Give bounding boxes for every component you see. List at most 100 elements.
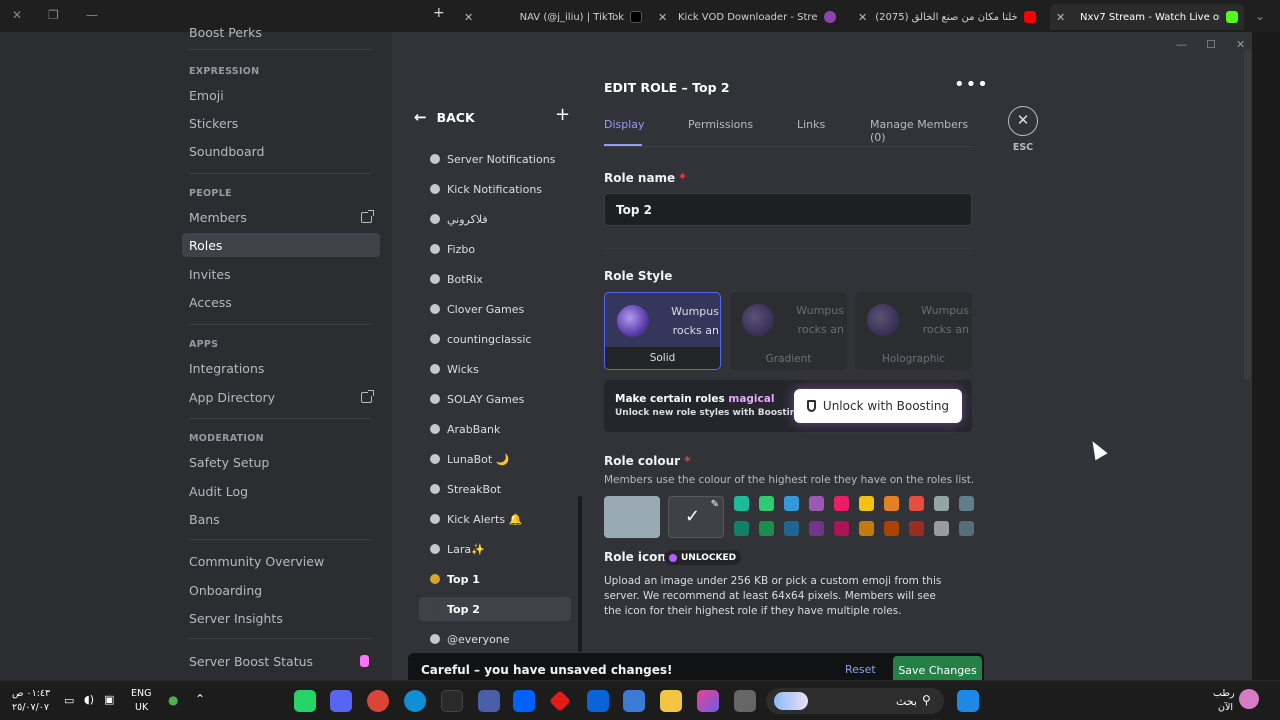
colour-swatch[interactable] [834,521,849,536]
role-item[interactable]: Clover Games [419,297,571,321]
tab-kick-vod[interactable]: ✕ Kick VOD Downloader - Stream [652,4,842,30]
sidebar-item-audit-log[interactable]: Audit Log [182,479,380,503]
colour-swatch[interactable] [809,496,824,511]
role-name-input[interactable]: Top 2 [604,193,972,226]
discord-icon[interactable] [330,690,352,712]
colour-swatch[interactable] [859,496,874,511]
microphone-icon[interactable]: ● [168,693,178,707]
role-item[interactable]: Lara✨ [419,537,571,561]
sidebar-item-members[interactable]: Members [182,205,380,229]
custom-colour-swatch[interactable]: ✓ ✎ [668,496,724,538]
main-scrollbar[interactable] [1244,50,1251,380]
close-icon[interactable]: ✕ [1236,38,1245,51]
close-icon[interactable]: ✕ [1008,106,1038,136]
colour-swatch[interactable] [734,496,749,511]
clock-date[interactable]: ٢٥/٠٧/٠٧ [12,702,49,713]
sidebar-item-app-directory[interactable]: App Directory [182,385,380,409]
colour-swatch[interactable] [759,521,774,536]
roles-scrollbar[interactable] [578,496,582,652]
role-item[interactable]: Wicks [419,357,571,381]
colour-swatch[interactable] [784,496,799,511]
battery-icon[interactable]: ▭ [64,694,74,707]
role-item[interactable]: @everyone [419,627,571,651]
weather-status[interactable]: رطب [1213,688,1234,699]
unlock-with-boosting-button[interactable]: Unlock with Boosting [794,389,962,423]
sidebar-item-server-insights[interactable]: Server Insights [182,606,380,630]
role-item[interactable]: Server Notifications [419,147,571,171]
sidebar-item-bans[interactable]: Bans [182,507,380,531]
sidebar-item-boost-perks[interactable]: Boost Perks [182,22,380,42]
sidebar-item-server-boost-status[interactable]: Server Boost Status [182,649,380,673]
clock-time[interactable]: ٠١:٤٣ ص [12,688,50,699]
colour-swatch[interactable] [909,496,924,511]
colour-swatch[interactable] [884,521,899,536]
close-tab-icon[interactable]: ✕ [858,11,867,24]
close-settings[interactable]: ✕ ESC [1006,106,1040,153]
role-item[interactable]: SOLAY Games [419,387,571,411]
role-item[interactable]: Fizbo [419,237,571,261]
style-option-holographic[interactable]: Wumpus rocks an Holographic [855,292,972,370]
role-item[interactable]: Kick Alerts 🔔 [419,507,571,531]
whatsapp-icon[interactable] [294,690,316,712]
chrome-icon[interactable] [367,690,389,712]
colour-swatch[interactable] [809,521,824,536]
colour-swatch[interactable] [934,521,949,536]
weather-icon[interactable] [1239,689,1259,709]
minimize-icon[interactable]: — [86,8,98,22]
role-item[interactable]: Top 1 [419,567,571,591]
chevron-up-icon[interactable]: ⌃ [195,692,205,706]
tab-youtube[interactable]: ✕ (2075) دخلنا مكان من صنع الخالق [852,4,1042,30]
plus-icon[interactable]: + [555,104,570,125]
sidebar-item-access[interactable]: Access [182,290,380,314]
colour-swatch[interactable] [759,496,774,511]
maximize-icon[interactable]: ☐ [1206,38,1216,51]
role-item[interactable]: فلاكروني [419,207,571,231]
role-item[interactable]: LunaBot 🌙 [419,447,571,471]
edge-icon[interactable] [404,690,426,712]
mail-icon[interactable] [587,690,609,712]
sidebar-item-onboarding[interactable]: Onboarding [182,578,380,602]
colour-swatch[interactable] [884,496,899,511]
sidebar-item-safety-setup[interactable]: Safety Setup [182,450,380,474]
sidebar-item-community-overview[interactable]: Community Overview [182,549,380,573]
close-tab-icon[interactable]: ✕ [658,11,667,24]
close-window-icon[interactable]: ✕ [12,8,22,22]
epic-games-icon[interactable] [441,690,463,712]
copilot-icon[interactable] [697,690,719,712]
back-button[interactable]: ← BACK [414,108,475,126]
search-input[interactable]: بحث ⚲ [766,688,944,714]
store-icon[interactable] [623,690,645,712]
colour-swatch[interactable] [784,521,799,536]
app-icon[interactable] [478,690,500,712]
sidebar-item-soundboard[interactable]: Soundboard [182,139,380,163]
role-item[interactable]: ArabBank [419,417,571,441]
sidebar-item-invites[interactable]: Invites [182,262,380,286]
colour-swatch[interactable] [959,521,974,536]
tab-kick-stream[interactable]: ✕ Nxv7 Stream - Watch Live on Ki [1050,4,1244,30]
sidebar-item-emoji[interactable]: Emoji [182,83,380,107]
tab-display[interactable]: Display [604,118,645,131]
close-tab-icon[interactable]: ✕ [464,11,473,24]
role-item-selected[interactable]: Top 2 [419,597,571,621]
colour-swatch[interactable] [959,496,974,511]
colour-swatch[interactable] [909,521,924,536]
file-explorer-icon[interactable] [660,690,682,712]
language-indicator[interactable]: ENG [131,688,151,699]
sidebar-item-roles[interactable]: Roles [182,233,380,257]
sidebar-item-stickers[interactable]: Stickers [182,111,380,135]
reset-button[interactable]: Reset [845,663,876,676]
tab-tiktok[interactable]: ✕ NAV (@j_iliu) | TikTok [458,4,648,30]
sidebar-item-integrations[interactable]: Integrations [182,356,380,380]
more-options-icon[interactable]: ••• [954,74,989,95]
style-option-gradient[interactable]: Wumpus rocks an Gradient [730,292,847,370]
role-item[interactable]: BotRix [419,267,571,291]
colour-swatch[interactable] [859,521,874,536]
task-view-icon[interactable] [734,690,756,712]
role-item[interactable]: countingclassic [419,327,571,351]
restore-icon[interactable]: ❐ [48,8,59,22]
default-colour-swatch[interactable] [604,496,660,538]
app-icon[interactable] [549,690,571,712]
tab-links[interactable]: Links [797,118,825,131]
volume-icon[interactable]: ◖) [84,693,94,706]
dropbox-icon[interactable] [513,690,535,712]
